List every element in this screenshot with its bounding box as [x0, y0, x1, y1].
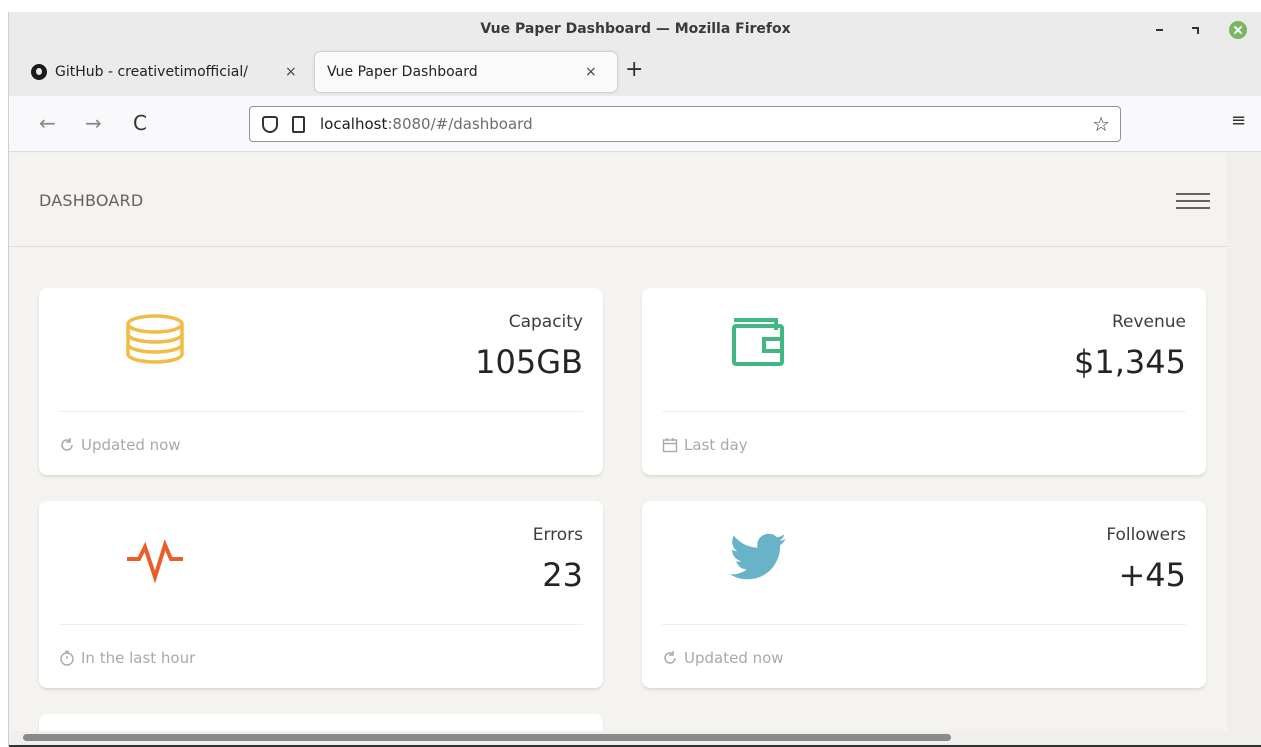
- card-footer: Updated now: [59, 436, 181, 454]
- new-tab-button[interactable]: +: [625, 58, 643, 82]
- refresh-icon: [61, 438, 73, 451]
- forward-button[interactable]: →: [85, 110, 102, 136]
- pulse-icon: [127, 539, 183, 584]
- page-icon[interactable]: [292, 116, 305, 133]
- background-document-strip: [0, 0, 1261, 12]
- back-button[interactable]: ←: [39, 110, 56, 136]
- card-category: Followers: [1106, 525, 1186, 545]
- card-footer: Updated now: [662, 649, 784, 667]
- card-value: 23: [542, 556, 583, 594]
- card-category: Errors: [532, 525, 583, 545]
- tab-close-button[interactable]: ×: [585, 64, 597, 80]
- tab-bar: GitHub - creativetimofficial/ × Vue Pape…: [9, 48, 1261, 96]
- card-category: Revenue: [1111, 312, 1186, 332]
- tab-github[interactable]: GitHub - creativetimofficial/ ×: [19, 52, 309, 92]
- dashboard-navbar: DASHBOARD: [9, 153, 1227, 247]
- card-footer-text: Updated now: [684, 649, 784, 667]
- close-window-button[interactable]: [1229, 21, 1247, 39]
- window-title: Vue Paper Dashboard — Mozilla Firefox: [480, 21, 791, 37]
- card-footer: Last day: [662, 436, 748, 454]
- stats-card-followers: Followers +45 Updated now: [642, 501, 1206, 688]
- bookmark-star-icon[interactable]: ☆: [1092, 112, 1110, 136]
- shield-icon[interactable]: [262, 116, 278, 133]
- maximize-button[interactable]: [1187, 22, 1203, 38]
- card-divider: [59, 624, 583, 625]
- wallet-icon: [732, 318, 784, 366]
- refresh-icon: [664, 651, 676, 664]
- chart-card-partial: [39, 714, 603, 731]
- url-host: localhost: [320, 115, 388, 133]
- card-value: 105GB: [475, 343, 583, 381]
- tab-label: GitHub - creativetimofficial/: [55, 64, 248, 80]
- title-bar: Vue Paper Dashboard — Mozilla Firefox: [9, 12, 1261, 48]
- card-footer: In the last hour: [59, 649, 195, 667]
- card-divider: [59, 411, 583, 412]
- app-menu-button[interactable]: ≡: [1231, 110, 1246, 131]
- reload-button[interactable]: C: [133, 110, 147, 136]
- tab-vue-paper-dashboard[interactable]: Vue Paper Dashboard ×: [315, 52, 617, 92]
- card-footer-text: In the last hour: [81, 649, 196, 667]
- horizontal-scrollbar-thumb[interactable]: [23, 734, 951, 741]
- timer-icon: [60, 650, 74, 666]
- tab-label: Vue Paper Dashboard: [327, 64, 478, 80]
- card-value: +45: [1118, 556, 1186, 594]
- card-divider: [662, 411, 1186, 412]
- navigation-toolbar: ← → C localhost:8080/#/dashboard ☆ ≡: [9, 96, 1261, 152]
- firefox-window: Vue Paper Dashboard — Mozilla Firefox Gi…: [8, 12, 1261, 747]
- minimize-button[interactable]: [1152, 22, 1168, 38]
- vertical-scrollbar[interactable]: [1227, 153, 1261, 731]
- url-text[interactable]: localhost:8080/#/dashboard: [320, 115, 533, 133]
- card-footer-text: Last day: [684, 436, 748, 454]
- stats-card-revenue: Revenue $1,345 Last day: [642, 288, 1206, 475]
- card-footer-text: Updated now: [81, 436, 181, 454]
- card-category: Capacity: [508, 312, 583, 332]
- stats-card-capacity: Capacity 105GB Updated now: [39, 288, 603, 475]
- card-value: $1,345: [1074, 343, 1186, 381]
- tab-close-button[interactable]: ×: [285, 64, 297, 80]
- page-viewport: DASHBOARD Capacity 105GB Updated now Rev…: [9, 153, 1227, 731]
- twitter-icon: [729, 533, 786, 580]
- url-bar[interactable]: localhost:8080/#/dashboard ☆: [249, 106, 1121, 142]
- page-title[interactable]: DASHBOARD: [39, 191, 143, 210]
- card-divider: [662, 624, 1186, 625]
- database-icon: [126, 314, 184, 364]
- stats-card-errors: Errors 23 In the last hour: [39, 501, 603, 688]
- github-icon: [31, 64, 47, 80]
- url-path: :8080/#/dashboard: [387, 115, 533, 133]
- calendar-icon: [662, 438, 678, 453]
- hamburger-menu-icon[interactable]: [1176, 193, 1210, 209]
